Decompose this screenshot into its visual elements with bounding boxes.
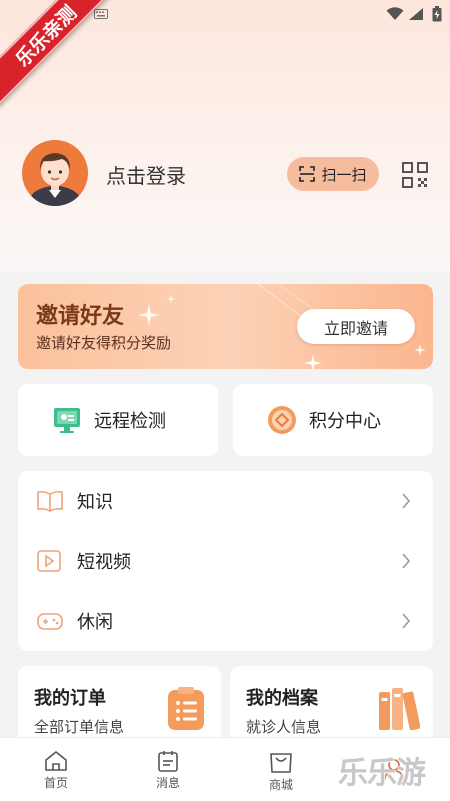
- shopping-bag-icon: [270, 752, 292, 773]
- home-icon: [45, 750, 67, 771]
- gamepad-icon: [37, 613, 63, 630]
- avatar[interactable]: [22, 140, 88, 206]
- chevron-right-icon: [402, 493, 411, 509]
- login-link[interactable]: 点击登录: [106, 160, 186, 189]
- tab-messages[interactable]: 消息: [112, 738, 224, 801]
- invite-title: 邀请好友: [36, 304, 125, 329]
- keyboard-icon: [94, 9, 108, 19]
- menu-item-label: 知识: [77, 492, 113, 513]
- tab-mall[interactable]: 商城: [225, 738, 337, 801]
- book-icon: [37, 490, 63, 512]
- menu-list: 知识 短视频 休闲: [18, 471, 433, 651]
- scan-icon: [299, 166, 316, 182]
- points-coin-icon: [268, 406, 296, 434]
- chevron-right-icon: [402, 553, 411, 569]
- my-archive-subtitle: 就诊人信息: [246, 718, 322, 736]
- qr-code-icon[interactable]: [402, 162, 428, 188]
- invite-banner[interactable]: 邀请好友 邀请好友得积分奖励 立即邀请: [18, 284, 433, 369]
- my-orders-subtitle: 全部订单信息: [34, 718, 125, 736]
- header-background: [0, 0, 450, 272]
- points-center-label: 积分中心: [309, 411, 381, 432]
- site-watermark: 乐乐游戏: [338, 756, 426, 801]
- video-play-icon: [37, 550, 61, 572]
- points-center-card[interactable]: 积分中心: [233, 384, 433, 456]
- scan-label: 扫一扫: [321, 165, 367, 184]
- menu-item-leisure[interactable]: 休闲: [18, 591, 433, 651]
- remote-monitor-icon: [54, 408, 80, 433]
- menu-item-short-video[interactable]: 短视频: [18, 531, 433, 591]
- tab-label: 商城: [268, 777, 293, 792]
- remote-detection-card[interactable]: 远程检测: [18, 384, 218, 456]
- menu-item-label: 休闲: [77, 612, 113, 633]
- order-list-icon: [168, 687, 204, 730]
- remote-detection-label: 远程检测: [94, 411, 166, 432]
- archive-books-icon: [379, 688, 420, 731]
- wifi-icon: [386, 7, 404, 20]
- chevron-right-icon: [402, 613, 411, 629]
- my-orders-title: 我的订单: [34, 688, 106, 709]
- signal-icon: [409, 8, 423, 20]
- invite-subtitle: 邀请好友得积分奖励: [36, 334, 172, 352]
- my-archive-title: 我的档案: [246, 688, 318, 709]
- scan-button[interactable]: 扫一扫: [287, 157, 379, 191]
- menu-item-knowledge[interactable]: 知识: [18, 471, 433, 531]
- tab-home[interactable]: 首页: [0, 738, 112, 801]
- battery-icon: [432, 6, 442, 22]
- tab-label: 首页: [43, 775, 68, 790]
- message-clipboard-icon: [158, 750, 178, 772]
- sparkle-icon: [414, 344, 426, 356]
- menu-item-label: 短视频: [77, 552, 131, 573]
- sparkle-icon: [166, 294, 176, 304]
- sparkle-icon: [138, 304, 160, 326]
- tab-label: 消息: [155, 775, 180, 790]
- invite-now-button[interactable]: 立即邀请: [297, 309, 415, 344]
- avatar-portrait-icon: [29, 153, 81, 206]
